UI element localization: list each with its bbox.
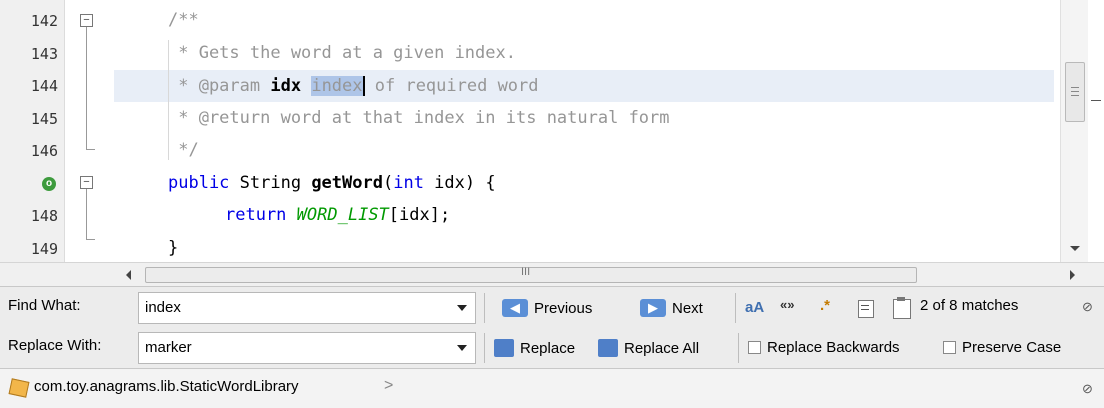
fold-end-marker <box>86 239 95 240</box>
scroll-right-arrow-icon[interactable] <box>1070 270 1075 280</box>
checkbox-icon[interactable] <box>943 341 956 354</box>
line-number: 144 <box>30 77 58 95</box>
code-line-145[interactable]: * @return word at that index in its natu… <box>168 108 669 128</box>
find-replace-bar: Find What: index Replace With: marker ◀ … <box>0 286 1104 369</box>
search-match-highlight: index <box>311 76 363 96</box>
toolbar-divider <box>484 293 485 323</box>
line-number: 142 <box>30 12 58 30</box>
fold-end-marker <box>86 149 95 150</box>
chevron-down-icon[interactable] <box>457 305 467 311</box>
fold-guide-line <box>86 27 87 149</box>
replace-with-label: Replace With: <box>8 337 102 354</box>
replace-icon <box>494 339 514 357</box>
toolbar-divider <box>484 333 485 363</box>
fold-collapse-icon[interactable]: − <box>80 14 93 27</box>
vertical-scrollbar[interactable] <box>1060 0 1089 262</box>
chevron-down-icon[interactable] <box>457 345 467 351</box>
override-circle-icon[interactable]: o <box>42 177 56 191</box>
find-what-input[interactable]: index <box>138 292 476 324</box>
code-line-146[interactable]: */ <box>168 140 198 160</box>
line-number-gutter: 142 143 144 145 146 o 148 149 <box>0 0 65 262</box>
horizontal-scrollbar[interactable]: III <box>0 262 1104 287</box>
match-case-icon[interactable]: aA <box>745 299 764 316</box>
preserve-case-checkbox[interactable]: Preserve Case <box>943 339 1061 356</box>
vertical-scrollbar-thumb[interactable] <box>1065 62 1085 122</box>
whole-words-icon[interactable]: «» <box>780 297 794 312</box>
replace-with-input[interactable]: marker <box>138 332 476 364</box>
previous-arrow-icon: ◀ <box>502 299 528 317</box>
breadcrumb-chevron-icon[interactable]: > <box>384 377 393 395</box>
close-icon[interactable]: ⊘ <box>1082 381 1093 397</box>
line-number: 148 <box>30 207 58 225</box>
code-line-148[interactable]: return WORD_LIST[idx]; <box>225 205 450 225</box>
error-stripe[interactable] <box>1088 0 1104 262</box>
code-editor[interactable]: 142 143 144 145 146 o 148 149 − − /** * … <box>0 0 1104 262</box>
code-line-149[interactable]: } <box>168 238 178 258</box>
breadcrumb-item[interactable]: com.toy.anagrams.lib.StaticWordLibrary <box>34 378 299 395</box>
line-number: 143 <box>30 45 58 63</box>
code-line-142[interactable]: /** <box>168 10 199 30</box>
scrollbar-grip: III <box>521 266 531 278</box>
scroll-down-arrow-icon[interactable] <box>1070 246 1080 251</box>
replace-button[interactable]: Replace <box>494 339 575 357</box>
find-what-label: Find What: <box>8 297 81 314</box>
next-button[interactable]: ▶ Next <box>640 299 703 317</box>
highlight-results-icon[interactable] <box>858 300 874 318</box>
caret-position-mark-icon <box>1091 100 1101 101</box>
scroll-left-arrow-icon[interactable] <box>126 270 131 280</box>
code-line-143[interactable]: * Gets the word at a given index. <box>168 43 516 63</box>
code-folding-column: − − <box>72 0 112 262</box>
horizontal-scrollbar-thumb[interactable]: III <box>145 266 917 283</box>
toolbar-divider <box>735 293 736 323</box>
fold-guide-line <box>86 189 87 239</box>
toolbar-divider <box>738 333 739 363</box>
match-count-status: 2 of 8 matches <box>920 297 1019 314</box>
line-number: 145 <box>30 110 58 128</box>
replace-all-button[interactable]: Replace All <box>598 339 699 357</box>
close-icon[interactable]: ⊘ <box>1082 299 1093 315</box>
package-icon <box>8 378 30 398</box>
checkbox-icon[interactable] <box>748 341 761 354</box>
previous-button[interactable]: ◀ Previous <box>502 299 592 317</box>
regex-icon[interactable]: .* <box>820 297 830 314</box>
replace-all-icon <box>598 339 618 357</box>
code-line-144[interactable]: * @param idx index of required word <box>168 76 539 96</box>
line-number: 149 <box>30 240 58 258</box>
incremental-search-icon[interactable] <box>893 297 911 319</box>
fold-collapse-icon[interactable]: − <box>80 176 93 189</box>
next-arrow-icon: ▶ <box>640 299 666 317</box>
replace-backwards-checkbox[interactable]: Replace Backwards <box>748 339 900 356</box>
code-line-147[interactable]: public String getWord(int idx) { <box>168 173 496 193</box>
navigation-breadcrumb-bar: com.toy.anagrams.lib.StaticWordLibrary >… <box>0 368 1104 408</box>
line-number: 146 <box>30 142 58 160</box>
